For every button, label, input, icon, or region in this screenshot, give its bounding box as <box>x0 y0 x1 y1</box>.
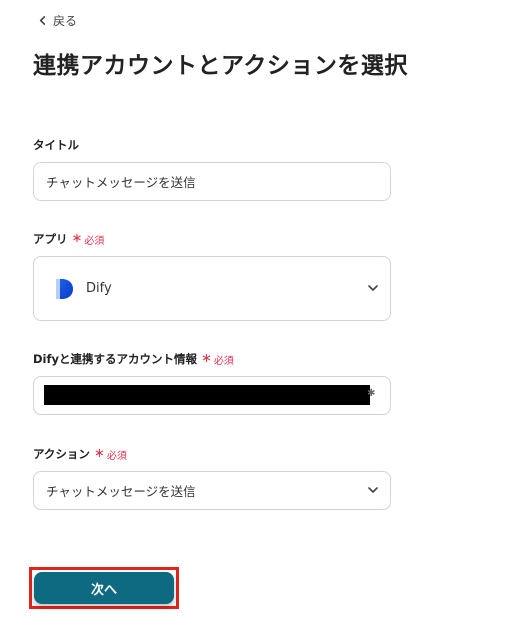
account-field-label: Difyと連携するアカウント情報 ∗ 必須 <box>33 351 234 367</box>
app-select-value: Dify <box>86 281 112 296</box>
required-text: 必須 <box>106 450 127 462</box>
action-select-value: チャットメッセージを送信 <box>46 484 196 499</box>
action-select[interactable]: チャットメッセージを送信 <box>33 471 391 510</box>
required-asterisk-icon: ∗ <box>93 446 105 461</box>
required-badge: ∗ 必須 <box>72 232 105 247</box>
required-text: 必須 <box>213 355 234 367</box>
next-button[interactable]: 次へ <box>34 572 174 604</box>
truncated-icon: ✱ <box>367 388 376 399</box>
app-field-label: アプリ ∗ 必須 <box>33 231 104 247</box>
chevron-left-icon <box>39 16 46 25</box>
back-label: 戻る <box>53 14 78 28</box>
title-field-label: タイトル <box>33 137 79 153</box>
account-select[interactable]: ✱ <box>33 376 391 415</box>
action-field-label: アクション ∗ 必須 <box>33 446 127 462</box>
redacted-account-value <box>44 385 370 405</box>
dify-logo-icon <box>56 278 73 299</box>
account-field-label-text: Difyと連携するアカウント情報 <box>33 352 197 366</box>
title-field-label-text: タイトル <box>33 138 79 152</box>
required-asterisk-icon: ∗ <box>71 231 83 246</box>
back-link[interactable]: 戻る <box>38 12 77 29</box>
app-select[interactable]: Dify <box>33 256 391 321</box>
action-field-label-text: アクション <box>33 447 90 461</box>
required-badge: ∗ 必須 <box>201 352 234 367</box>
app-field-label-text: アプリ <box>33 232 68 246</box>
next-button-highlight: 次へ <box>29 567 179 609</box>
required-asterisk-icon: ∗ <box>201 351 212 366</box>
required-text: 必須 <box>84 235 105 247</box>
chevron-down-icon <box>368 284 378 291</box>
chevron-down-icon <box>368 486 378 493</box>
page: 戻る 連携アカウントとアクションを選択 タイトル チャットメッセージを送信 アプ… <box>0 0 513 641</box>
title-input[interactable]: チャットメッセージを送信 <box>33 162 391 201</box>
title-input-value: チャットメッセージを送信 <box>46 175 196 190</box>
page-title: 連携アカウントとアクションを選択 <box>33 53 408 79</box>
required-badge: ∗ 必須 <box>94 447 127 462</box>
